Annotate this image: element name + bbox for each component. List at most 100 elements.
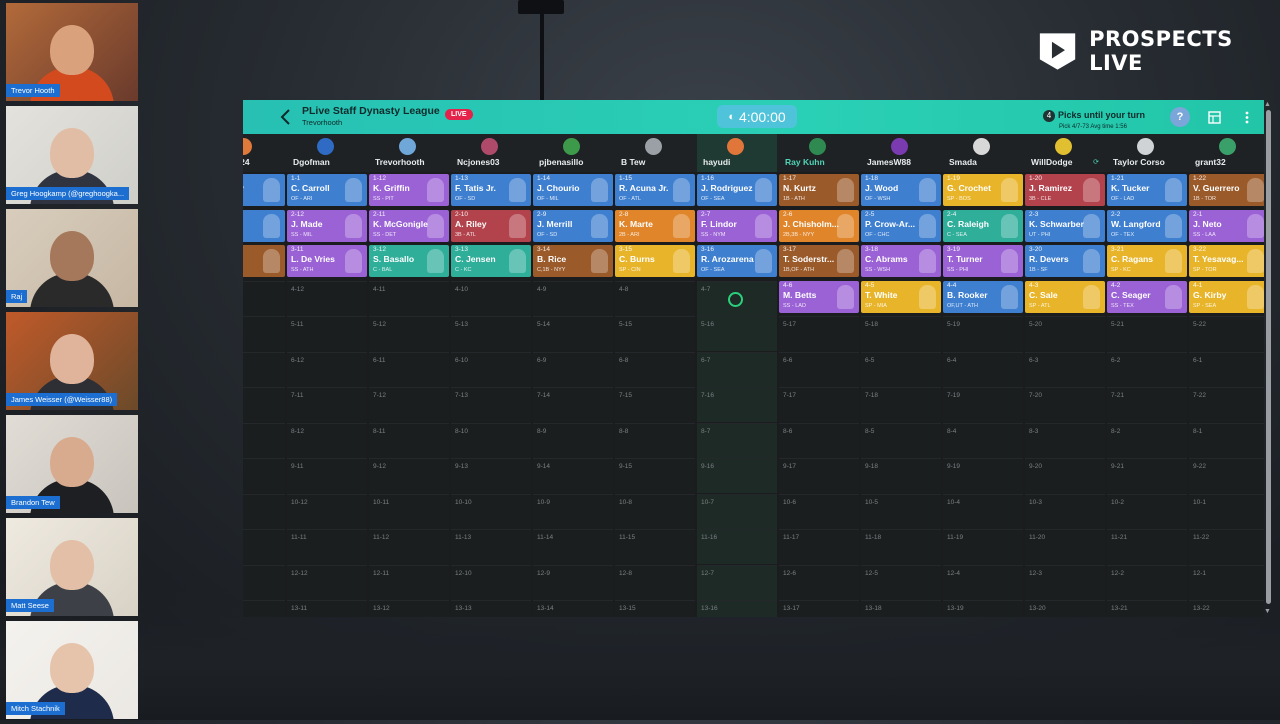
draft-pick-slot[interactable]: 6-6 xyxy=(779,351,859,387)
draft-pick-slot[interactable]: 6-10 xyxy=(451,351,531,387)
draft-pick-slot[interactable]: 13-11 xyxy=(287,600,367,617)
draft-pick-slot[interactable]: 13-20 xyxy=(1025,600,1105,617)
player-pick-card[interactable]: 3-18 C. Abrams SS - WSH xyxy=(861,245,941,277)
draft-pick-slot[interactable]: 5-21 xyxy=(1107,316,1187,351)
draft-pick-slot[interactable]: 12-5 xyxy=(861,564,941,600)
draft-pick-slot[interactable]: 10-12 xyxy=(287,493,367,529)
draft-pick-slot[interactable]: 5-16 xyxy=(697,316,777,351)
draft-pick-slot[interactable]: 6-7 xyxy=(697,351,777,387)
draft-pick-slot[interactable]: 8-2 xyxy=(1107,422,1187,458)
draft-pick-slot[interactable]: 10-4 xyxy=(943,493,1023,529)
draft-pick-slot[interactable]: 13-22 xyxy=(1189,600,1264,617)
draft-pick-slot[interactable]: 9-13 xyxy=(451,458,531,493)
draft-pick-slot[interactable]: 10-10 xyxy=(451,493,531,529)
draft-pick-slot[interactable]: 11-14 xyxy=(533,529,613,564)
draft-pick-slot[interactable]: 9-10 xyxy=(243,458,285,493)
player-pick-card[interactable]: 3-14 B. Rice C,1B - NYY xyxy=(533,245,613,277)
draft-pick-slot[interactable]: 5-15 xyxy=(615,316,695,351)
team-column-header[interactable]: grant32 xyxy=(1189,134,1264,172)
draft-pick-slot[interactable]: 6-4 xyxy=(943,351,1023,387)
draft-pick-slot[interactable]: 13-13 xyxy=(451,600,531,617)
draft-pick-slot[interactable]: 7-18 xyxy=(861,387,941,422)
player-pick-card[interactable]: 2-2 W. Langford OF - TEX xyxy=(1107,209,1187,242)
draft-pick-slot[interactable]: 9-17 xyxy=(779,458,859,493)
draft-pick-slot[interactable]: 11-21 xyxy=(1107,529,1187,564)
player-pick-card[interactable]: 3-12 S. Basallo C - BAL xyxy=(369,245,449,277)
draft-pick-slot[interactable]: 10-5 xyxy=(861,493,941,529)
draft-pick-slot[interactable]: 8-9 xyxy=(533,422,613,458)
player-pick-card[interactable]: 4-3 C. Sale SP - ATL xyxy=(1025,280,1105,313)
draft-pick-slot[interactable]: 10-2 xyxy=(1107,493,1187,529)
draft-pick-slot[interactable]: 12-12 xyxy=(287,564,367,600)
draft-pick-slot[interactable]: 4-10 xyxy=(451,280,531,316)
player-pick-card[interactable]: 3-11 L. De Vries SS - ATH xyxy=(287,245,367,277)
player-pick-card[interactable]: 2-3 K. Schwarber UT - PHI xyxy=(1025,209,1105,242)
draft-pick-slot[interactable]: 13-17 xyxy=(779,600,859,617)
draft-pick-slot[interactable]: 5-13 xyxy=(451,316,531,351)
draft-pick-slot[interactable]: 7-12 xyxy=(369,387,449,422)
draft-pick-slot[interactable]: 11-17 xyxy=(779,529,859,564)
draft-pick-slot[interactable]: 10-3 xyxy=(1025,493,1105,529)
player-pick-card[interactable]: 3-20 R. Devers 1B - SF xyxy=(1025,245,1105,277)
player-pick-card[interactable]: 1-21 K. Tucker OF - LAD xyxy=(1107,174,1187,206)
draft-pick-slot[interactable]: 11-22 xyxy=(1189,529,1264,564)
draft-pick-slot[interactable]: 5-22 xyxy=(1189,316,1264,351)
team-column-header[interactable]: Ray Kuhn xyxy=(779,134,859,172)
draft-pick-slot[interactable]: 13-14 xyxy=(533,600,613,617)
draft-pick-slot[interactable]: 9-12 xyxy=(369,458,449,493)
draft-pick-slot[interactable]: 11-12 xyxy=(369,529,449,564)
player-pick-card[interactable]: 2-8 K. Marte 2B - ARI xyxy=(615,209,695,242)
draft-pick-slot[interactable]: 5-12 xyxy=(369,316,449,351)
team-column-header[interactable]: Dgofman xyxy=(287,134,367,172)
player-pick-card[interactable]: 2-13AlvarezOF - HOU xyxy=(243,209,285,242)
player-pick-card[interactable]: 2-7 F. Lindor SS - NYM xyxy=(697,209,777,242)
draft-pick-slot[interactable]: 8-10 xyxy=(451,422,531,458)
player-pick-card[interactable]: 1-17 N. Kurtz 1B - ATH xyxy=(779,174,859,206)
player-pick-card[interactable]: 1-12 K. Griffin SS - PIT xyxy=(369,174,449,206)
draft-pick-slot[interactable]: 4-11 xyxy=(369,280,449,316)
back-arrow-icon[interactable] xyxy=(279,108,293,126)
draft-pick-slot[interactable]: 10-8 xyxy=(615,493,695,529)
draft-pick-slot[interactable]: 7-19 xyxy=(943,387,1023,422)
draft-pick-slot[interactable]: 6-9 xyxy=(533,351,613,387)
player-pick-card[interactable]: 4-4 B. Rooker OF,UT - ATH xyxy=(943,280,1023,313)
draft-pick-slot[interactable]: 6-11 xyxy=(369,351,449,387)
player-pick-card[interactable]: 1-22 V. Guerrero 1B - TOR xyxy=(1189,174,1264,206)
player-pick-card[interactable]: 3-13 C. Jensen C - KC xyxy=(451,245,531,277)
player-pick-card[interactable]: 1-14 J. Chourio OF - MIL xyxy=(533,174,613,206)
draft-pick-slot[interactable]: 11-18 xyxy=(861,529,941,564)
scrollbar-thumb[interactable] xyxy=(1266,110,1271,604)
draft-pick-slot[interactable]: 4-7 xyxy=(697,280,777,316)
player-pick-card[interactable]: 2-5 P. Crow-Ar... OF - CHC xyxy=(861,209,941,242)
player-pick-card[interactable]: 2-1 J. Neto SS - LAA xyxy=(1189,209,1264,242)
player-pick-card[interactable]: 1-18 J. Wood OF - WSH xyxy=(861,174,941,206)
player-pick-card[interactable]: 1-13 F. Tatis Jr. OF - SD xyxy=(451,174,531,206)
draft-pick-slot[interactable]: 10-1 xyxy=(1189,493,1264,529)
draft-pick-slot[interactable]: 5-14 xyxy=(533,316,613,351)
draft-pick-slot[interactable]: 13-19 xyxy=(943,600,1023,617)
draft-pick-slot[interactable]: 7-15 xyxy=(615,387,695,422)
scroll-down-arrow[interactable]: ▼ xyxy=(1264,608,1271,615)
draft-pick-slot[interactable]: 10-6 xyxy=(779,493,859,529)
player-pick-card[interactable]: 2-9 J. Merrill OF - SD xyxy=(533,209,613,242)
draft-pick-slot[interactable]: 9-18 xyxy=(861,458,941,493)
draft-pick-slot[interactable]: 8-3 xyxy=(1025,422,1105,458)
draft-pick-slot[interactable]: 8-4 xyxy=(943,422,1023,458)
help-button[interactable]: ? xyxy=(1170,107,1190,127)
draft-pick-slot[interactable]: 5-17 xyxy=(779,316,859,351)
draft-pick-slot[interactable]: 5-19 xyxy=(943,316,1023,351)
draft-pick-slot[interactable]: 13-10 xyxy=(243,600,285,617)
draft-pick-slot[interactable]: 8-8 xyxy=(615,422,695,458)
draft-pick-slot[interactable]: 7-16 xyxy=(697,387,777,422)
draft-pick-slot[interactable]: 11-10 xyxy=(243,529,285,564)
draft-pick-slot[interactable]: 9-15 xyxy=(615,458,695,493)
draft-pick-slot[interactable]: 4-8 xyxy=(615,280,695,316)
draft-pick-slot[interactable]: 7-17 xyxy=(779,387,859,422)
draft-pick-slot[interactable]: 11-13 xyxy=(451,529,531,564)
draft-pick-slot[interactable]: 8-13 xyxy=(243,422,285,458)
draft-pick-slot[interactable]: 7-20 xyxy=(1025,387,1105,422)
player-pick-card[interactable]: 3-16 R. Arozarena OF - SEA xyxy=(697,245,777,277)
team-column-header[interactable]: Taylor Corso xyxy=(1107,134,1187,172)
team-column-header[interactable]: Trevorhooth xyxy=(369,134,449,172)
draft-pick-slot[interactable]: 5-20 xyxy=(1025,316,1105,351)
